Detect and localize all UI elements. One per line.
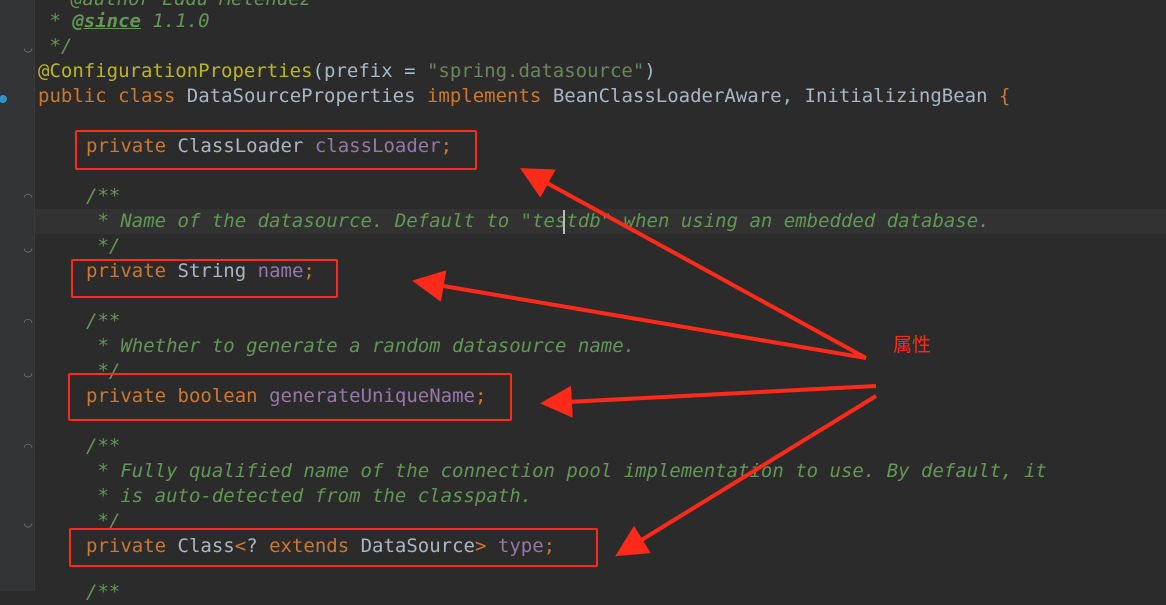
attribute-annotation-label: 属性	[893, 334, 932, 356]
arrow-to-generate-unique-name	[540, 384, 877, 418]
annotation-arrows	[412, 168, 878, 557]
arrow-to-type	[615, 394, 878, 557]
